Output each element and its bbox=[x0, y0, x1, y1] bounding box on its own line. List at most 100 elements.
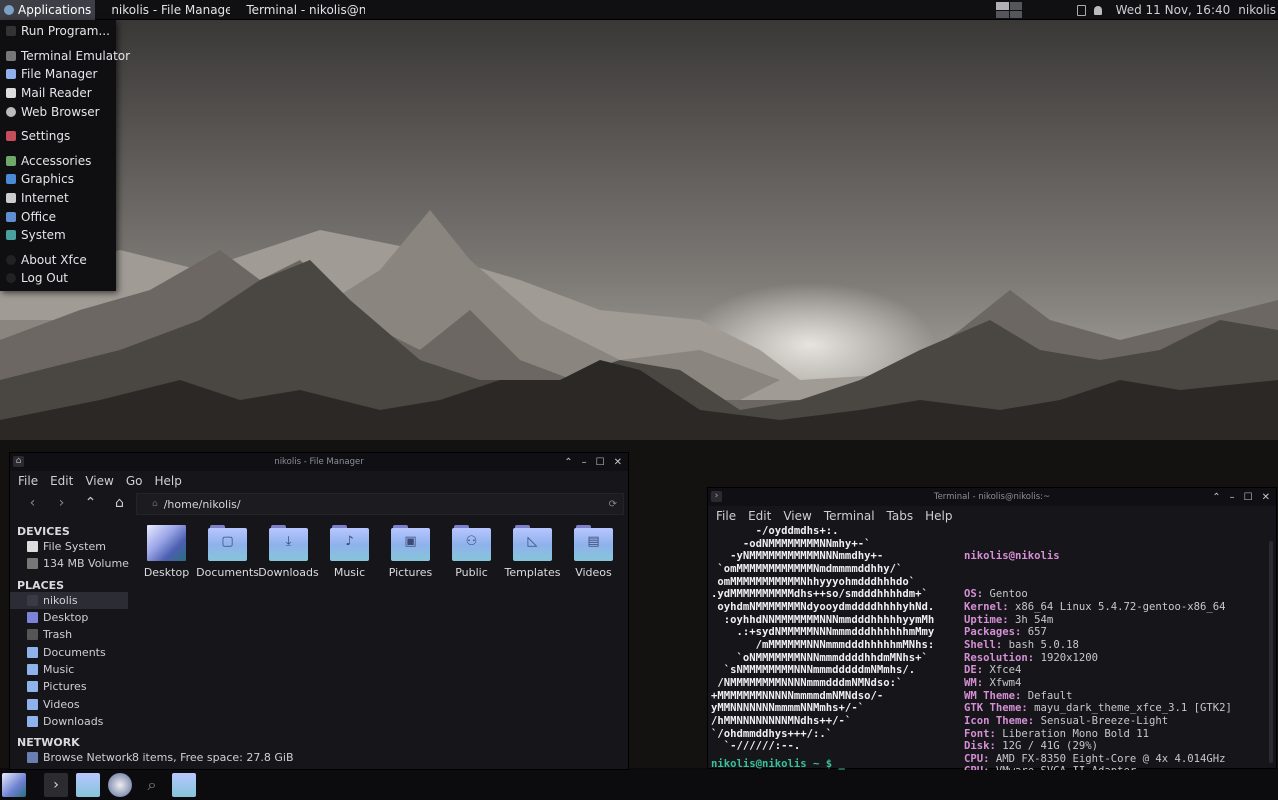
system-icon bbox=[6, 230, 16, 241]
folder-launcher-icon[interactable] bbox=[172, 773, 196, 797]
menu-item-web-browser[interactable]: Web Browser bbox=[0, 102, 116, 121]
sidebar-item-downloads[interactable]: Downloads bbox=[10, 713, 128, 730]
terminal-launcher-icon[interactable]: › bbox=[44, 773, 68, 797]
close-button[interactable]: ✕ bbox=[1262, 492, 1270, 503]
workspace-4[interactable] bbox=[1009, 10, 1022, 18]
home-icon[interactable]: ⌂ bbox=[105, 495, 134, 511]
close-button[interactable]: ✕ bbox=[614, 457, 622, 468]
workspace-3[interactable] bbox=[996, 10, 1009, 18]
menu-item-log-out[interactable]: Log Out bbox=[0, 269, 116, 288]
search-launcher-icon[interactable]: ⌕ bbox=[140, 773, 164, 797]
menu-edit[interactable]: Edit bbox=[748, 509, 771, 523]
menu-item-system[interactable]: System bbox=[0, 226, 116, 245]
logo-line: +MMMMMMMNNNNNmmmmdmNMNdso/- bbox=[711, 689, 884, 702]
back-icon[interactable]: ‹ bbox=[18, 495, 47, 511]
location-bar[interactable]: ⌂ /home/nikolis/ ⟳ bbox=[136, 493, 624, 515]
sidebar-item-volume[interactable]: 134 MB Volume bbox=[10, 555, 129, 572]
menu-item-internet[interactable]: Internet bbox=[0, 189, 116, 208]
minimize-button[interactable]: – bbox=[582, 457, 587, 468]
info-row: Resolution: 1920x1200 bbox=[964, 652, 1232, 665]
window-title: nikolis - File Manager bbox=[274, 457, 364, 467]
menu-terminal[interactable]: Terminal bbox=[824, 509, 875, 523]
sidebar-item-trash[interactable]: Trash bbox=[10, 626, 128, 643]
menu-item-graphics[interactable]: Graphics bbox=[0, 170, 116, 189]
reload-icon[interactable]: ⟳ bbox=[609, 499, 617, 510]
file-item-documents[interactable]: ▢ Documents bbox=[196, 525, 259, 579]
info-value: Sensual-Breeze-Light bbox=[1040, 714, 1169, 727]
menu-help[interactable]: Help bbox=[154, 474, 181, 488]
terminal-titlebar[interactable]: › Terminal - nikolis@nikolis:~ ⌃ – ☐ ✕ bbox=[708, 488, 1276, 506]
menu-item-terminal-emulator[interactable]: Terminal Emulator bbox=[0, 47, 130, 66]
info-key: DE: bbox=[964, 664, 984, 677]
workspace-switcher[interactable] bbox=[996, 2, 1022, 18]
file-item-desktop[interactable]: Desktop bbox=[136, 525, 197, 579]
sidebar-item-label: Browse Network bbox=[43, 751, 133, 765]
menu-go[interactable]: Go bbox=[126, 474, 143, 488]
menu-item-office[interactable]: Office bbox=[0, 207, 116, 226]
menu-tabs[interactable]: Tabs bbox=[887, 509, 914, 523]
shell-prompt[interactable]: nikolis@nikolis ~ $ _ bbox=[711, 758, 845, 771]
terminal-output[interactable]: -/oyddmdhs+:. -odNMMMMMMMMNNmhy+-` -yNMM… bbox=[711, 525, 1271, 790]
parent-folder-icon[interactable]: ⌃ bbox=[76, 495, 105, 511]
user-menu[interactable]: nikolis bbox=[1238, 3, 1276, 17]
info-key: Packages: bbox=[964, 626, 1022, 639]
menu-item-about-xfce[interactable]: About Xfce bbox=[0, 251, 116, 270]
menu-view[interactable]: View bbox=[85, 474, 113, 488]
menu-file[interactable]: File bbox=[18, 474, 38, 488]
menu-edit[interactable]: Edit bbox=[50, 474, 73, 488]
documents-folder-icon: ▢ bbox=[208, 525, 247, 561]
clipboard-icon[interactable] bbox=[1076, 4, 1086, 16]
task-file-manager[interactable]: nikolis - File Manager bbox=[95, 3, 230, 17]
file-item-templates[interactable]: ◺ Templates bbox=[502, 525, 563, 579]
about-icon bbox=[6, 254, 16, 265]
desktop-launcher-icon[interactable] bbox=[2, 773, 26, 797]
menu-item-mail-reader[interactable]: Mail Reader bbox=[0, 84, 116, 103]
file-manager-launcher-icon[interactable] bbox=[76, 773, 100, 797]
menu-item-file-manager[interactable]: File Manager bbox=[0, 65, 116, 84]
web-browser-launcher-icon[interactable] bbox=[108, 773, 132, 797]
menu-view[interactable]: View bbox=[783, 509, 811, 523]
sidebar-item-file-system[interactable]: File System bbox=[10, 538, 128, 555]
info-key: Shell: bbox=[964, 638, 1003, 651]
file-item-music[interactable]: ♪ Music bbox=[319, 525, 380, 579]
menu-item-settings[interactable]: Settings bbox=[0, 127, 116, 146]
sidebar-item-documents[interactable]: Documents bbox=[10, 643, 128, 660]
file-item-public[interactable]: ⚇ Public bbox=[441, 525, 502, 579]
task-terminal[interactable]: Terminal - nikolis@ni... bbox=[230, 3, 365, 17]
terminal-window-icon[interactable]: › bbox=[711, 491, 722, 502]
tasklist: nikolis - File Manager Terminal - nikoli… bbox=[95, 0, 365, 20]
info-value: Xfwm4 bbox=[989, 676, 1022, 689]
menu-item-run-program[interactable]: Run Program... bbox=[0, 22, 116, 41]
applications-menu-button[interactable]: Applications bbox=[0, 0, 96, 20]
minimize-button[interactable]: – bbox=[1230, 492, 1235, 503]
info-row: OS: Gentoo bbox=[964, 588, 1232, 601]
maximize-button[interactable]: ☐ bbox=[1244, 492, 1253, 503]
sidebar-item-browse-network[interactable]: Browse Network bbox=[10, 749, 132, 766]
workspace-2[interactable] bbox=[1009, 2, 1022, 10]
forward-icon[interactable]: › bbox=[47, 495, 76, 511]
workspace-1[interactable] bbox=[996, 2, 1009, 10]
file-item-downloads[interactable]: ⤓ Downloads bbox=[258, 525, 319, 579]
window-menu-icon[interactable]: ⌂ bbox=[13, 456, 24, 467]
sidebar-item-home[interactable]: nikolis bbox=[10, 591, 128, 609]
file-item-videos[interactable]: ▤ Videos bbox=[563, 525, 624, 579]
file-item-pictures[interactable]: ▣ Pictures bbox=[380, 525, 441, 579]
file-manager-window: ⌂ nikolis - File Manager ⌃ – ☐ ✕ File Ed… bbox=[9, 452, 629, 770]
notification-bell-icon[interactable] bbox=[1093, 5, 1102, 15]
menu-file[interactable]: File bbox=[716, 509, 736, 523]
menu-item-label: Web Browser bbox=[21, 104, 100, 119]
sidebar-item-desktop[interactable]: Desktop bbox=[10, 609, 128, 626]
shade-button[interactable]: ⌃ bbox=[564, 457, 572, 468]
accessories-icon bbox=[6, 155, 16, 166]
info-key: WM Theme: bbox=[964, 689, 1022, 702]
maximize-button[interactable]: ☐ bbox=[596, 457, 605, 468]
menu-item-accessories[interactable]: Accessories bbox=[0, 152, 116, 171]
sidebar-item-pictures[interactable]: Pictures bbox=[10, 678, 128, 695]
scrollbar[interactable] bbox=[1269, 541, 1273, 763]
clock[interactable]: Wed 11 Nov, 16:40 bbox=[1116, 3, 1231, 17]
shade-button[interactable]: ⌃ bbox=[1212, 492, 1220, 503]
sidebar-item-music[interactable]: Music bbox=[10, 661, 128, 678]
file-manager-titlebar[interactable]: ⌂ nikolis - File Manager ⌃ – ☐ ✕ bbox=[10, 453, 628, 471]
menu-help[interactable]: Help bbox=[925, 509, 952, 523]
sidebar-item-videos[interactable]: Videos bbox=[10, 695, 128, 712]
